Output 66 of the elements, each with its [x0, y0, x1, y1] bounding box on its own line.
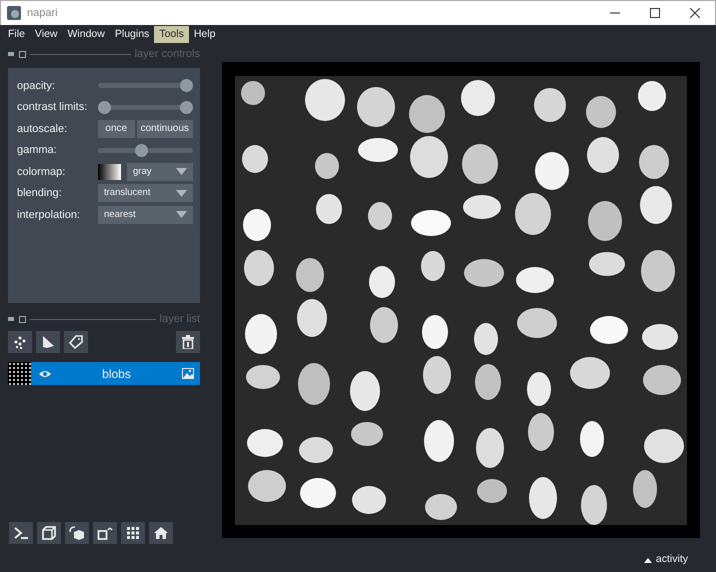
cube-icon	[42, 526, 56, 540]
close-icon	[690, 8, 700, 18]
transpose-button[interactable]	[93, 522, 117, 544]
app-icon	[7, 6, 21, 20]
trash-icon	[182, 335, 194, 349]
tag-icon	[68, 335, 84, 349]
roll-dims-button[interactable]	[65, 522, 89, 544]
float-icon[interactable]	[8, 316, 15, 322]
close-icon[interactable]	[19, 50, 26, 58]
slider-thumb[interactable]	[134, 144, 148, 157]
console-button[interactable]	[9, 522, 33, 544]
caret-icon	[176, 211, 187, 218]
layer-name: blobs	[101, 366, 132, 382]
close-icon[interactable]	[19, 316, 26, 322]
caret-icon	[176, 168, 187, 176]
home-button[interactable]	[149, 522, 173, 544]
autoscale-button[interactable]: once	[98, 120, 135, 138]
caret-icon	[176, 190, 187, 197]
float-icon[interactable]	[8, 51, 15, 57]
control-label: contrast limits:	[17, 100, 88, 115]
menu-item[interactable]: Window	[62, 26, 110, 44]
polygon-icon	[41, 335, 55, 349]
range-slider-track[interactable]	[98, 100, 193, 114]
slider-track[interactable]	[98, 79, 193, 92]
window-title: napari	[27, 6, 59, 21]
square-arrow-icon	[97, 526, 113, 540]
layer-item[interactable]: blobs	[31, 362, 200, 385]
image-icon	[182, 368, 194, 379]
slider-thumb[interactable]	[180, 79, 193, 92]
control-label: blending:	[17, 186, 63, 201]
new-points-button[interactable]	[8, 331, 32, 353]
slider-thumb[interactable]	[180, 100, 193, 114]
dropdown[interactable]: nearest	[98, 206, 193, 224]
menu-item[interactable]: Plugins	[110, 26, 154, 44]
eye-icon[interactable]	[39, 370, 51, 378]
control-label: gamma:	[17, 143, 58, 158]
grid-icon	[126, 526, 140, 540]
dots-icon	[13, 335, 27, 349]
layer-thumbnail	[8, 362, 31, 385]
delete-button[interactable]	[176, 331, 200, 353]
slider-track[interactable]	[98, 144, 193, 157]
ndisplay-button[interactable]	[37, 522, 61, 544]
triangle-up-icon[interactable]	[644, 558, 652, 562]
panel-title: layer controls	[134, 46, 200, 62]
terminal-icon	[13, 526, 29, 540]
grid-button[interactable]	[121, 522, 145, 544]
activity-button[interactable]: activity	[656, 552, 688, 568]
slider-thumb[interactable]	[98, 100, 111, 114]
panel-title: layer list	[160, 312, 200, 327]
menu-item[interactable]: File	[3, 26, 30, 44]
control-label: opacity:	[17, 78, 56, 94]
menu-item[interactable]: Tools	[154, 26, 189, 44]
maximize-icon	[650, 8, 660, 18]
home-icon	[154, 526, 168, 540]
box-rotate-icon	[69, 526, 85, 540]
control-label: autoscale:	[17, 122, 68, 136]
menu-item[interactable]: Help	[188, 26, 220, 44]
control-label: interpolation:	[17, 208, 81, 222]
new-shapes-button[interactable]	[36, 331, 60, 353]
new-labels-button[interactable]	[64, 331, 88, 353]
colormap-dropdown[interactable]: gray	[127, 162, 193, 181]
menu-item[interactable]: View	[30, 26, 62, 44]
dropdown[interactable]: translucent	[98, 184, 193, 202]
autoscale-button[interactable]: continuous	[136, 120, 193, 138]
colormap-swatch	[98, 164, 121, 180]
control-label: colormap:	[17, 164, 66, 180]
